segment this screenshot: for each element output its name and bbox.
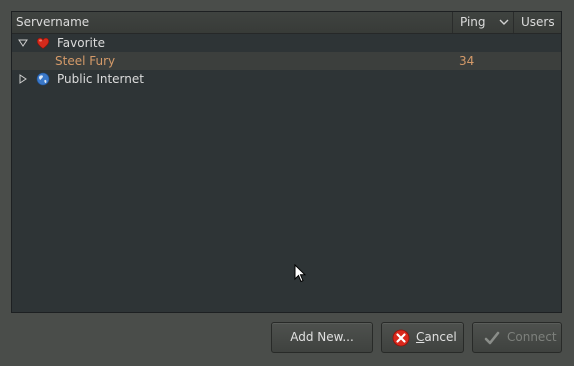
- mouse-pointer-icon: [294, 264, 306, 283]
- expanded-arrow-icon[interactable]: [18, 38, 28, 48]
- group-label: Favorite: [57, 36, 105, 50]
- column-ping-label: Ping: [460, 15, 486, 29]
- cancel-icon: [392, 329, 410, 347]
- column-header: Servername Ping Users: [12, 12, 561, 34]
- group-row-favorite[interactable]: Favorite: [12, 34, 561, 52]
- server-list[interactable]: Servername Ping Users Favorite Steel Fur…: [11, 11, 562, 313]
- add-new-button[interactable]: Add New...: [271, 322, 373, 353]
- globe-icon: [36, 72, 50, 86]
- column-servername[interactable]: Servername: [12, 12, 453, 33]
- sort-descending-icon: [499, 19, 509, 25]
- connect-button[interactable]: Connect: [472, 322, 562, 353]
- group-row-public-internet[interactable]: Public Internet: [12, 70, 561, 88]
- group-label: Public Internet: [57, 72, 144, 86]
- server-row[interactable]: Steel Fury 34: [12, 52, 561, 70]
- cancel-label: Cancel: [416, 330, 457, 344]
- column-users[interactable]: Users: [515, 12, 561, 33]
- server-name: Steel Fury: [55, 54, 116, 68]
- column-users-label: Users: [521, 15, 555, 29]
- heart-icon: [36, 37, 50, 49]
- connect-label: Connect: [507, 330, 557, 344]
- column-servername-label: Servername: [16, 15, 90, 29]
- add-new-label: Add New...: [290, 330, 354, 344]
- cancel-button[interactable]: Cancel: [381, 322, 464, 353]
- server-ping: 34: [459, 54, 475, 68]
- checkmark-icon: [484, 331, 500, 345]
- collapsed-arrow-icon[interactable]: [18, 74, 28, 84]
